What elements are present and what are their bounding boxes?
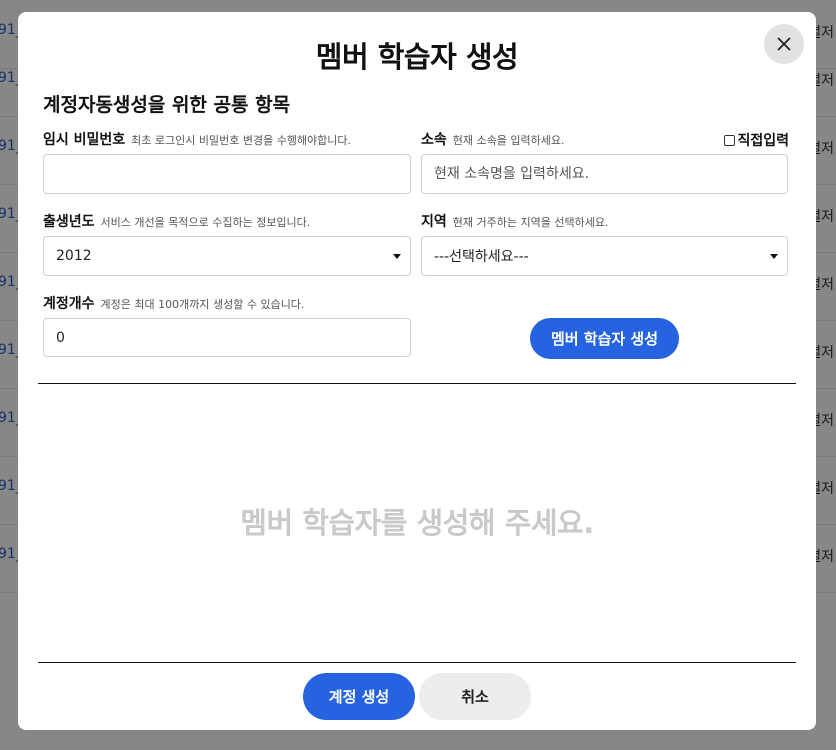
direct-input-label: 직접입력: [737, 133, 789, 149]
create-member-modal: 멤버 학습자 생성 계정자동생성을 위한 공통 항목 임시 비밀번호 최초 로그…: [18, 12, 816, 730]
account-count-hint: 계정은 최대 100개까지 생성할 수 있습니다.: [100, 298, 305, 311]
affiliation-input[interactable]: [421, 154, 788, 194]
birth-year-value: 2012: [56, 248, 92, 264]
close-icon: [777, 37, 791, 51]
region-hint: 현재 거주하는 지역을 선택하세요.: [452, 216, 609, 229]
account-count-input[interactable]: [43, 318, 411, 357]
region-value: ---선택하세요---: [434, 249, 529, 265]
create-account-button[interactable]: 계정 생성: [303, 673, 415, 720]
direct-input-toggle[interactable]: 직접입력: [724, 130, 789, 150]
region-label: 지역: [421, 214, 447, 230]
password-label-row: 임시 비밀번호 최초 로그인시 비밀번호 변경을 수행해야합니다.: [43, 129, 351, 149]
affiliation-hint: 현재 소속을 입력하세요.: [452, 134, 565, 147]
birth-year-label-row: 출생년도 서비스 개선을 목적으로 수집하는 정보입니다.: [43, 211, 310, 231]
affiliation-label: 소속: [421, 132, 447, 148]
modal-title: 멤버 학습자 생성: [315, 40, 519, 74]
cancel-button[interactable]: 취소: [419, 673, 531, 720]
birth-year-label: 출생년도: [43, 214, 95, 230]
password-label: 임시 비밀번호: [43, 132, 126, 148]
affiliation-label-row: 소속 현재 소속을 입력하세요.: [421, 129, 564, 149]
birth-year-hint: 서비스 개선을 목적으로 수집하는 정보입니다.: [100, 216, 311, 229]
caret-down-icon: [393, 254, 401, 259]
top-divider: [38, 383, 796, 384]
region-label-row: 지역 현재 거주하는 지역을 선택하세요.: [421, 211, 608, 231]
account-count-label-row: 계정개수 계정은 최대 100개까지 생성할 수 있습니다.: [43, 293, 304, 313]
bottom-divider: [38, 662, 796, 663]
close-button[interactable]: [764, 24, 804, 64]
account-count-label: 계정개수: [43, 296, 95, 312]
create-member-button[interactable]: 멤버 학습자 생성: [530, 318, 679, 359]
section-title: 계정자동생성을 위한 공통 항목: [43, 94, 291, 116]
empty-state-message: 멤버 학습자를 생성해 주세요.: [240, 506, 594, 540]
region-select[interactable]: ---선택하세요---: [421, 236, 788, 276]
caret-down-icon: [770, 254, 778, 259]
direct-input-checkbox[interactable]: [724, 134, 736, 146]
password-input[interactable]: [43, 154, 411, 194]
password-hint: 최초 로그인시 비밀번호 변경을 수행해야합니다.: [131, 134, 352, 147]
birth-year-select[interactable]: 2012: [43, 236, 411, 276]
